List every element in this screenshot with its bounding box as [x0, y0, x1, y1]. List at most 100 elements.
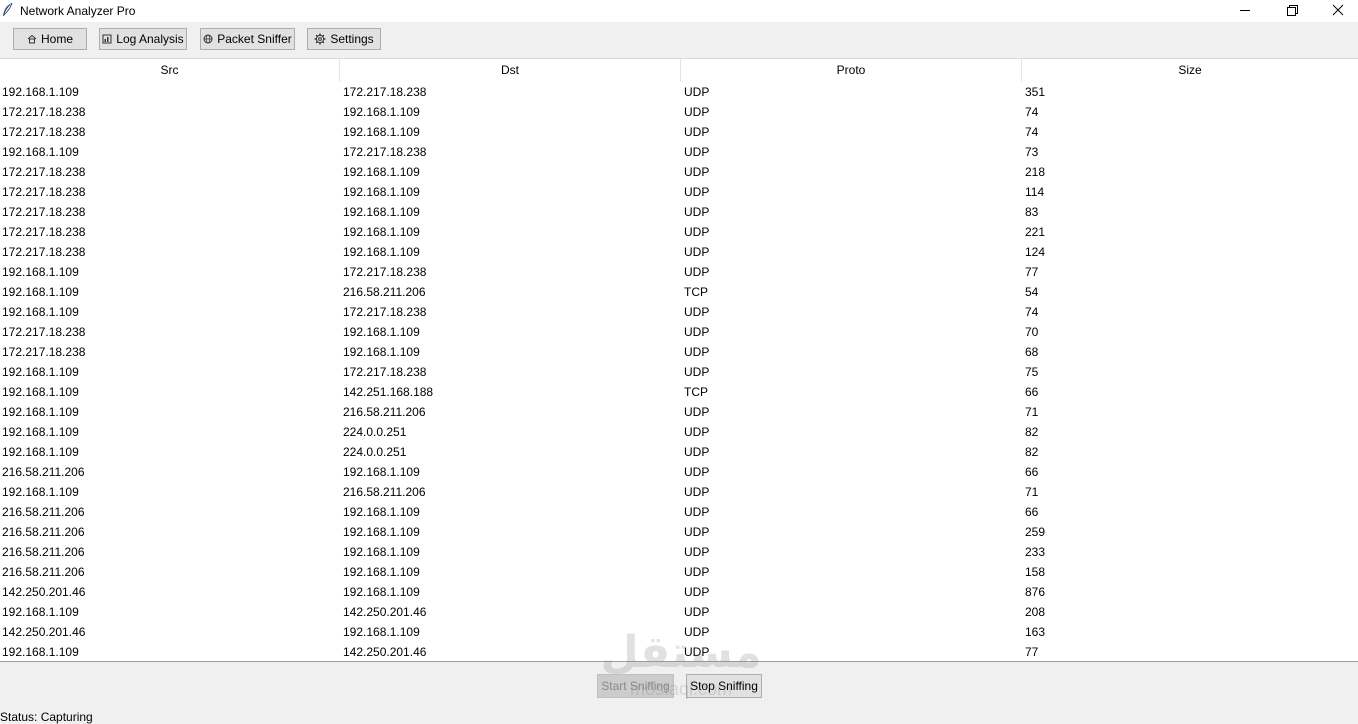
cell-proto: UDP: [684, 525, 710, 539]
table-row[interactable]: 172.217.18.238 192.168.1.109 UDP 221: [0, 222, 1358, 242]
table-row[interactable]: 192.168.1.109 142.250.201.46 UDP 208: [0, 602, 1358, 622]
cell-dst: 192.168.1.109: [343, 205, 420, 219]
cell-src: 172.217.18.238: [2, 125, 86, 139]
cell-src: 192.168.1.109: [2, 405, 79, 419]
cell-src: 192.168.1.109: [2, 445, 79, 459]
cell-dst: 142.251.168.188: [343, 385, 434, 399]
packet-sniffer-button[interactable]: Packet Sniffer: [200, 28, 295, 50]
cell-proto: UDP: [684, 185, 710, 199]
table-header: Src Dst Proto Size: [0, 59, 1358, 82]
table-row[interactable]: 216.58.211.206 192.168.1.109 UDP 233: [0, 542, 1358, 562]
cell-proto: UDP: [684, 165, 710, 179]
cell-dst: 172.217.18.238: [343, 145, 427, 159]
table-row[interactable]: 216.58.211.206 192.168.1.109 UDP 66: [0, 502, 1358, 522]
cell-proto: UDP: [684, 205, 710, 219]
cell-proto: UDP: [684, 485, 710, 499]
cell-src: 192.168.1.109: [2, 265, 79, 279]
cell-src: 172.217.18.238: [2, 185, 86, 199]
column-header-dst[interactable]: Dst: [340, 59, 681, 82]
table-row[interactable]: 192.168.1.109 224.0.0.251 UDP 82: [0, 442, 1358, 462]
cell-dst: 192.168.1.109: [343, 545, 420, 559]
table-row[interactable]: 142.250.201.46 192.168.1.109 UDP 163: [0, 622, 1358, 642]
table-row[interactable]: 172.217.18.238 192.168.1.109 UDP 70: [0, 322, 1358, 342]
cell-src: 192.168.1.109: [2, 485, 79, 499]
minimize-button[interactable]: [1222, 0, 1268, 22]
stop-sniffing-button[interactable]: Stop Sniffing: [686, 674, 762, 698]
title-bar: Network Analyzer Pro: [0, 0, 1358, 22]
chart-icon: [102, 34, 112, 44]
cell-proto: UDP: [684, 405, 710, 419]
table-row[interactable]: 192.168.1.109 172.217.18.238 UDP 75: [0, 362, 1358, 382]
table-row[interactable]: 172.217.18.238 192.168.1.109 UDP 74: [0, 102, 1358, 122]
table-row[interactable]: 192.168.1.109 142.251.168.188 TCP 66: [0, 382, 1358, 402]
table-row[interactable]: 192.168.1.109 172.217.18.238 UDP 351: [0, 82, 1358, 102]
table-row[interactable]: 172.217.18.238 192.168.1.109 UDP 83: [0, 202, 1358, 222]
cell-dst: 192.168.1.109: [343, 625, 420, 639]
table-row[interactable]: 192.168.1.109 172.217.18.238 UDP 77: [0, 262, 1358, 282]
table-row[interactable]: 142.250.201.46 192.168.1.109 UDP 876: [0, 582, 1358, 602]
cell-size: 54: [1025, 285, 1039, 299]
restore-icon: [1287, 5, 1298, 16]
cell-size: 83: [1025, 205, 1039, 219]
cell-src: 192.168.1.109: [2, 605, 79, 619]
settings-label: Settings: [330, 32, 374, 46]
log-analysis-button[interactable]: Log Analysis: [99, 28, 187, 50]
cell-proto: UDP: [684, 245, 710, 259]
column-header-src[interactable]: Src: [0, 59, 340, 82]
cell-dst: 172.217.18.238: [343, 365, 427, 379]
cell-src: 192.168.1.109: [2, 425, 79, 439]
cell-size: 208: [1025, 605, 1046, 619]
cell-size: 70: [1025, 325, 1039, 339]
table-row[interactable]: 216.58.211.206 192.168.1.109 UDP 259: [0, 522, 1358, 542]
cell-proto: UDP: [684, 305, 710, 319]
table-row[interactable]: 192.168.1.109 172.217.18.238 UDP 74: [0, 302, 1358, 322]
cell-size: 71: [1025, 485, 1039, 499]
cell-proto: TCP: [684, 285, 708, 299]
cell-size: 218: [1025, 165, 1046, 179]
table-row[interactable]: 172.217.18.238 192.168.1.109 UDP 124: [0, 242, 1358, 262]
table-row[interactable]: 192.168.1.109 172.217.18.238 UDP 73: [0, 142, 1358, 162]
table-row[interactable]: 172.217.18.238 192.168.1.109 UDP 68: [0, 342, 1358, 362]
table-row[interactable]: 192.168.1.109 216.58.211.206 UDP 71: [0, 402, 1358, 422]
table-row[interactable]: 172.217.18.238 192.168.1.109 UDP 218: [0, 162, 1358, 182]
cell-dst: 192.168.1.109: [343, 585, 420, 599]
cell-proto: UDP: [684, 125, 710, 139]
table-row[interactable]: 216.58.211.206 192.168.1.109 UDP 66: [0, 462, 1358, 482]
start-sniffing-button[interactable]: Start Sniffing: [597, 674, 674, 698]
cell-src: 192.168.1.109: [2, 385, 79, 399]
cell-dst: 216.58.211.206: [343, 485, 426, 499]
cell-proto: TCP: [684, 385, 708, 399]
cell-src: 192.168.1.109: [2, 365, 79, 379]
column-header-size[interactable]: Size: [1022, 59, 1358, 82]
gear-icon: [314, 33, 326, 45]
cell-size: 259: [1025, 525, 1046, 539]
table-row[interactable]: 192.168.1.109 216.58.211.206 UDP 71: [0, 482, 1358, 502]
cell-proto: UDP: [684, 345, 710, 359]
settings-button[interactable]: Settings: [307, 28, 381, 50]
capture-controls: Start Sniffing Stop Sniffing: [0, 662, 1358, 708]
close-button[interactable]: [1314, 0, 1358, 22]
cell-size: 77: [1025, 645, 1039, 659]
restore-button[interactable]: [1268, 0, 1314, 22]
column-header-proto[interactable]: Proto: [681, 59, 1022, 82]
cell-size: 66: [1025, 385, 1039, 399]
table-row[interactable]: 192.168.1.109 216.58.211.206 TCP 54: [0, 282, 1358, 302]
cell-size: 66: [1025, 465, 1039, 479]
table-row[interactable]: 172.217.18.238 192.168.1.109 UDP 74: [0, 122, 1358, 142]
log-analysis-label: Log Analysis: [116, 32, 184, 46]
cell-dst: 192.168.1.109: [343, 245, 420, 259]
cell-dst: 216.58.211.206: [343, 405, 426, 419]
home-button[interactable]: Home: [13, 28, 87, 50]
cell-proto: UDP: [684, 625, 710, 639]
cell-size: 75: [1025, 365, 1039, 379]
table-row[interactable]: 192.168.1.109 142.250.201.46 UDP 77: [0, 642, 1358, 661]
table-row[interactable]: 216.58.211.206 192.168.1.109 UDP 158: [0, 562, 1358, 582]
cell-src: 172.217.18.238: [2, 245, 86, 259]
table-row[interactable]: 192.168.1.109 224.0.0.251 UDP 82: [0, 422, 1358, 442]
cell-size: 77: [1025, 265, 1039, 279]
cell-src: 192.168.1.109: [2, 305, 79, 319]
cell-proto: UDP: [684, 585, 710, 599]
cell-dst: 224.0.0.251: [343, 445, 407, 459]
cell-size: 233: [1025, 545, 1046, 559]
table-row[interactable]: 172.217.18.238 192.168.1.109 UDP 114: [0, 182, 1358, 202]
